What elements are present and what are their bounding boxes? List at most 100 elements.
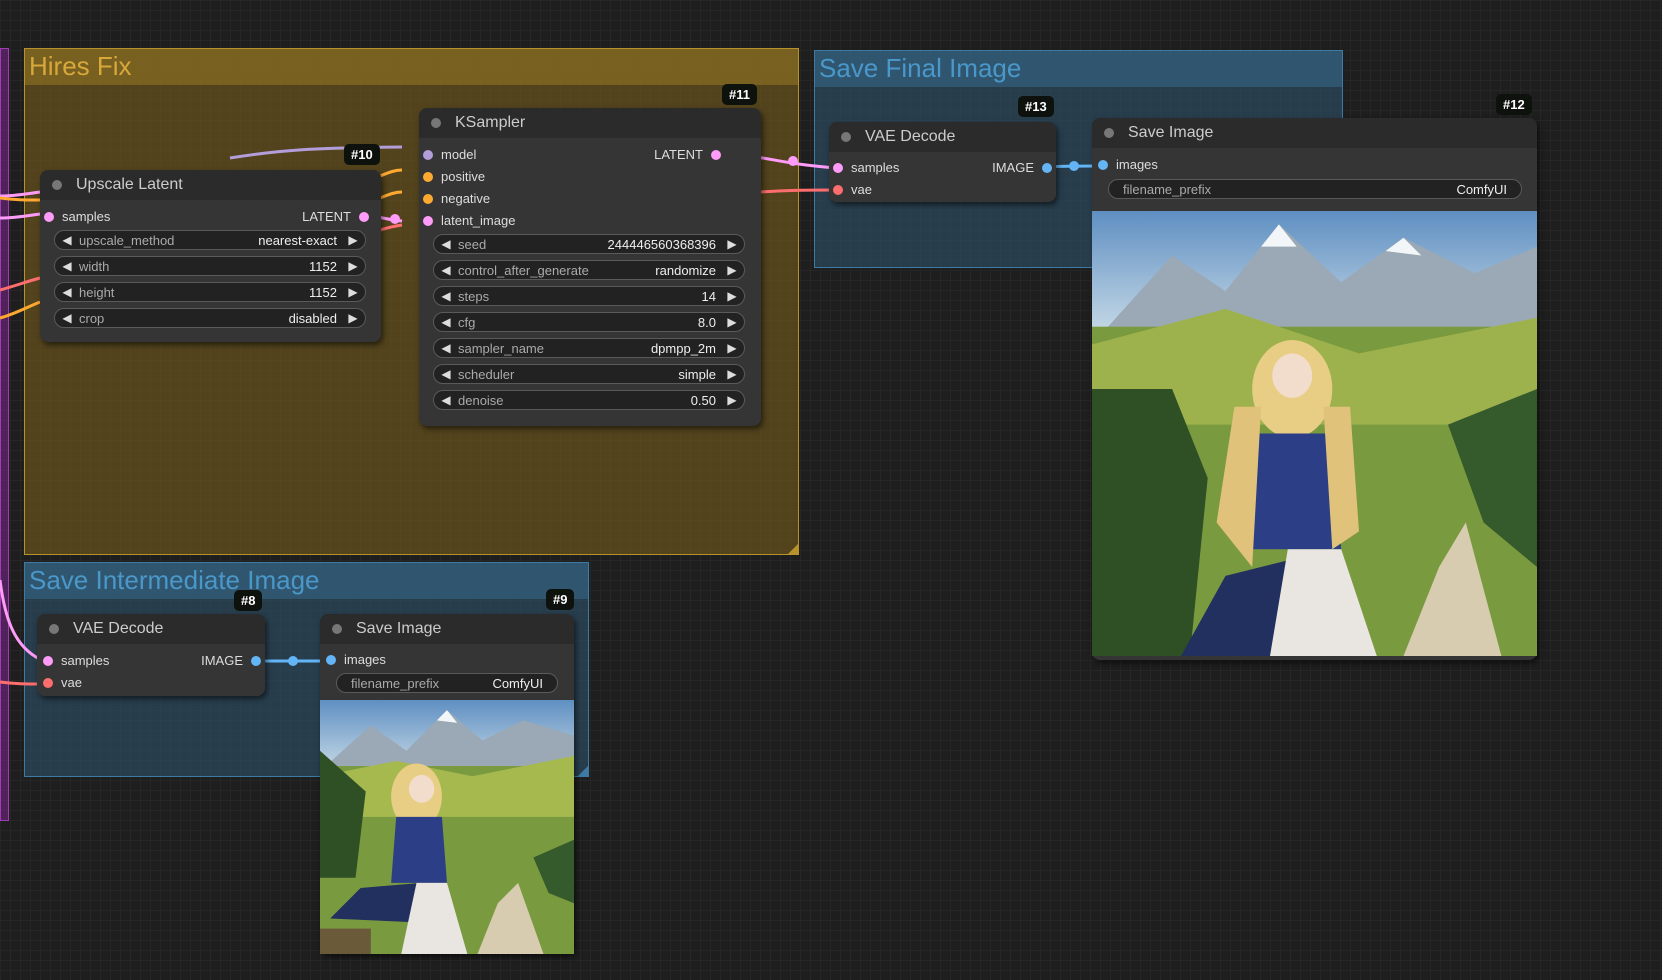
slot-dot[interactable] [1098, 160, 1108, 170]
collapse-toggle[interactable] [431, 118, 441, 128]
output-slot-image[interactable]: IMAGE [201, 651, 261, 671]
collapse-toggle[interactable] [1104, 128, 1114, 138]
widget-sampler-name[interactable]: ◀ sampler_name dpmpp_2m ▶ [433, 338, 745, 358]
node-upscale-latent[interactable]: Upscale Latent samples LATENT ◀ upscale_… [40, 170, 381, 342]
filename-prefix-field[interactable]: filename_prefix ComfyUI [1108, 179, 1522, 199]
group-title[interactable]: Hires Fix [29, 51, 132, 81]
input-slot-latent-image[interactable]: latent_image [423, 211, 515, 231]
node-save-image-final[interactable]: Save Image images filename_prefix ComfyU… [1092, 118, 1537, 660]
image-preview[interactable] [1092, 211, 1537, 656]
node-save-image-intermediate[interactable]: Save Image images filename_prefix ComfyU… [320, 614, 574, 954]
decrement-arrow-icon[interactable]: ◀ [440, 367, 452, 381]
node-header[interactable]: VAE Decode [37, 614, 265, 644]
widget-seed[interactable]: ◀ seed 244446560368396 ▶ [433, 234, 745, 254]
decrement-arrow-icon[interactable]: ◀ [61, 285, 73, 299]
collapse-toggle[interactable] [841, 132, 851, 142]
decrement-arrow-icon[interactable]: ◀ [440, 341, 452, 355]
node-header[interactable]: Save Image [320, 614, 574, 644]
widget-value: 244446560368396 [607, 236, 716, 252]
image-preview[interactable] [320, 700, 574, 954]
input-slot-model[interactable]: model [423, 145, 476, 165]
decrement-arrow-icon[interactable]: ◀ [440, 237, 452, 251]
input-slot-images[interactable]: images [326, 650, 386, 670]
node-header[interactable]: Upscale Latent [40, 170, 381, 200]
widget-control-after-generate[interactable]: ◀ control_after_generate randomize ▶ [433, 260, 745, 280]
slot-dot[interactable] [1042, 163, 1052, 173]
slot-dot[interactable] [44, 212, 54, 222]
widget-value: ComfyUI [492, 675, 543, 691]
slot-dot[interactable] [833, 185, 843, 195]
collapse-toggle[interactable] [332, 624, 342, 634]
node-header[interactable]: Save Image [1092, 118, 1537, 148]
increment-arrow-icon[interactable]: ▶ [726, 237, 738, 251]
decrement-arrow-icon[interactable]: ◀ [440, 263, 452, 277]
widget-cfg[interactable]: ◀ cfg 8.0 ▶ [433, 312, 745, 332]
slot-dot[interactable] [359, 212, 369, 222]
increment-arrow-icon[interactable]: ▶ [347, 285, 359, 299]
widget-value: ComfyUI [1456, 181, 1507, 197]
increment-arrow-icon[interactable]: ▶ [726, 393, 738, 407]
widget-crop[interactable]: ◀ crop disabled ▶ [54, 308, 366, 328]
decrement-arrow-icon[interactable]: ◀ [61, 233, 73, 247]
node-title: KSampler [455, 114, 526, 131]
decrement-arrow-icon[interactable]: ◀ [440, 393, 452, 407]
increment-arrow-icon[interactable]: ▶ [347, 311, 359, 325]
output-slot-latent[interactable]: LATENT [654, 145, 721, 165]
widget-label: cfg [458, 314, 476, 330]
group-resize-handle[interactable] [788, 544, 798, 554]
input-slot-samples[interactable]: samples [43, 651, 109, 671]
node-ksampler[interactable]: KSampler model LATENT positive negative … [419, 108, 761, 426]
node-header[interactable]: KSampler [419, 108, 761, 138]
slot-label: images [344, 652, 386, 667]
group-title[interactable]: Save Intermediate Image [29, 565, 320, 595]
node-vae-decode-final[interactable]: VAE Decode samples IMAGE vae [829, 122, 1056, 202]
decrement-arrow-icon[interactable]: ◀ [440, 315, 452, 329]
slot-dot[interactable] [833, 163, 843, 173]
increment-arrow-icon[interactable]: ▶ [726, 263, 738, 277]
slot-label: IMAGE [201, 653, 243, 668]
increment-arrow-icon[interactable]: ▶ [726, 315, 738, 329]
collapse-toggle[interactable] [52, 180, 62, 190]
increment-arrow-icon[interactable]: ▶ [726, 367, 738, 381]
slot-dot[interactable] [326, 655, 336, 665]
group-title[interactable]: Save Final Image [819, 53, 1021, 83]
slot-dot[interactable] [423, 172, 433, 182]
slot-dot[interactable] [43, 678, 53, 688]
increment-arrow-icon[interactable]: ▶ [347, 259, 359, 273]
input-slot-samples[interactable]: samples [833, 158, 899, 178]
widget-value: nearest-exact [258, 232, 337, 248]
input-slot-positive[interactable]: positive [423, 167, 485, 187]
decrement-arrow-icon[interactable]: ◀ [440, 289, 452, 303]
collapse-toggle[interactable] [49, 624, 59, 634]
increment-arrow-icon[interactable]: ▶ [726, 289, 738, 303]
decrement-arrow-icon[interactable]: ◀ [61, 259, 73, 273]
slot-dot[interactable] [423, 216, 433, 226]
decrement-arrow-icon[interactable]: ◀ [61, 311, 73, 325]
node-header[interactable]: VAE Decode [829, 122, 1056, 152]
input-slot-images[interactable]: images [1098, 155, 1158, 175]
widget-steps[interactable]: ◀ steps 14 ▶ [433, 286, 745, 306]
slot-dot[interactable] [711, 150, 721, 160]
widget-denoise[interactable]: ◀ denoise 0.50 ▶ [433, 390, 745, 410]
slot-dot[interactable] [423, 150, 433, 160]
increment-arrow-icon[interactable]: ▶ [726, 341, 738, 355]
slot-label: IMAGE [992, 160, 1034, 175]
increment-arrow-icon[interactable]: ▶ [347, 233, 359, 247]
widget-scheduler[interactable]: ◀ scheduler simple ▶ [433, 364, 745, 384]
widget-upscale-method[interactable]: ◀ upscale_method nearest-exact ▶ [54, 230, 366, 250]
slot-dot[interactable] [423, 194, 433, 204]
widget-height[interactable]: ◀ height 1152 ▶ [54, 282, 366, 302]
output-slot-latent[interactable]: LATENT [302, 207, 369, 227]
widget-width[interactable]: ◀ width 1152 ▶ [54, 256, 366, 276]
widget-label: seed [458, 236, 487, 252]
output-slot-image[interactable]: IMAGE [992, 158, 1052, 178]
node-vae-decode-intermediate[interactable]: VAE Decode samples IMAGE vae [37, 614, 265, 696]
input-slot-vae[interactable]: vae [833, 180, 872, 200]
slot-dot[interactable] [251, 656, 261, 666]
group-resize-handle[interactable] [578, 766, 588, 776]
input-slot-vae[interactable]: vae [43, 673, 82, 693]
slot-dot[interactable] [43, 656, 53, 666]
input-slot-samples[interactable]: samples [44, 207, 110, 227]
filename-prefix-field[interactable]: filename_prefix ComfyUI [336, 673, 558, 693]
input-slot-negative[interactable]: negative [423, 189, 490, 209]
